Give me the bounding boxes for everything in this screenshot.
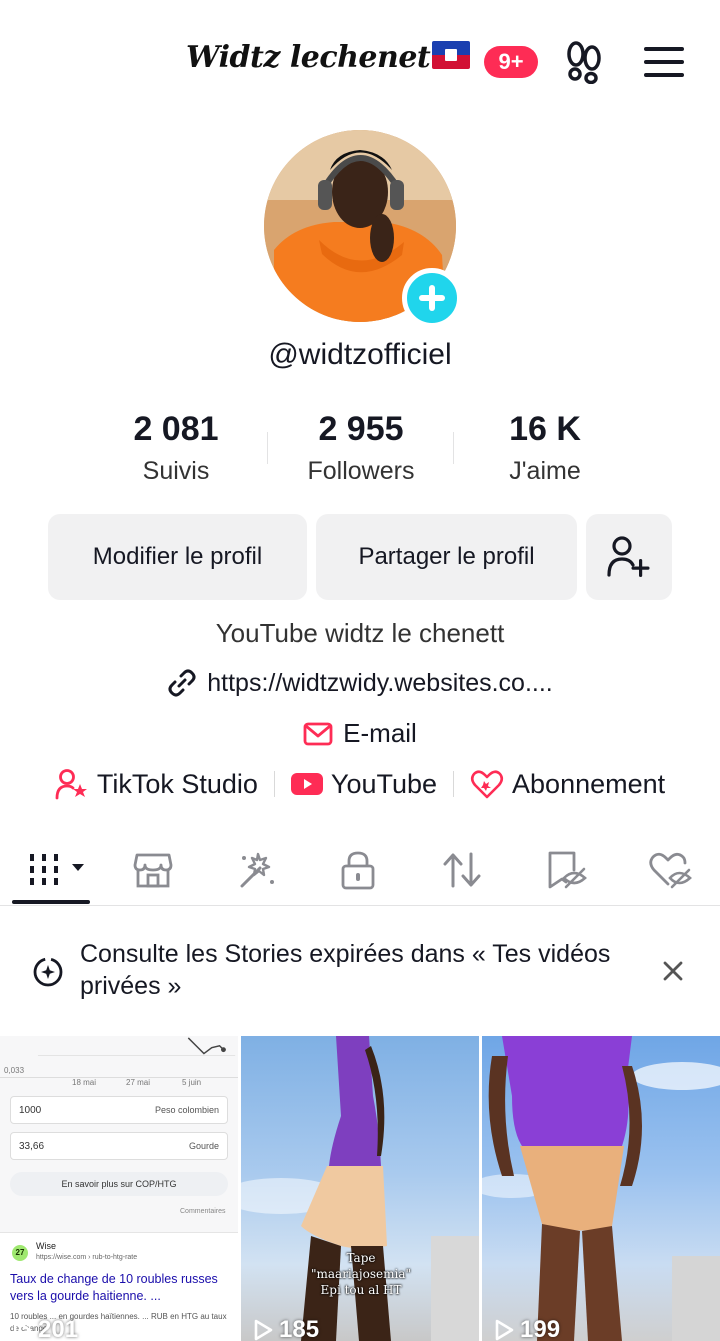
heart-hidden-icon: [649, 852, 692, 889]
video-frame-graphic: [482, 1036, 720, 1341]
amount-value: 1000: [19, 1105, 42, 1116]
plus-icon: [419, 285, 445, 311]
mail-icon: [303, 722, 333, 745]
currency-to: Gourde: [188, 1141, 219, 1151]
learn-more-pill: En savoir plus sur COP/HTG: [10, 1172, 228, 1196]
video-grid: 0,033 18 mai 27 mai 5 juin 1000 Peso col…: [0, 1036, 720, 1341]
play-icon: [495, 1319, 514, 1341]
shortcut-youtube[interactable]: YouTube: [290, 768, 438, 800]
stat-following[interactable]: 2 081 Suivis: [76, 410, 276, 486]
caption-line: "maariajosemia": [310, 1267, 412, 1281]
shortcut-tiktok-studio[interactable]: TikTok Studio: [55, 768, 258, 800]
stat-label: Suivis: [142, 457, 210, 485]
chart-date: 18 mai: [72, 1078, 97, 1087]
tab-favorites[interactable]: [542, 846, 590, 894]
stat-value: 2 955: [318, 410, 404, 448]
stories-banner[interactable]: Consulte les Stories expirées dans « Tes…: [0, 908, 720, 1034]
converted-value: 33,66: [19, 1141, 45, 1152]
currency-from: Peso colombien: [154, 1105, 219, 1115]
chart-date: 27 mai: [126, 1078, 151, 1087]
share-profile-button[interactable]: Partager le profil: [316, 514, 577, 600]
mini-chart-graphic: [0, 1037, 238, 1078]
video-caption: Tape "maariajosemia" Epi tou al HT: [281, 1250, 441, 1298]
link-text: https://widtzwidy.websites.co....: [207, 668, 553, 697]
tab-reposts[interactable]: [438, 846, 486, 894]
haiti-flag-icon: [432, 41, 471, 69]
tab-collab[interactable]: [232, 846, 280, 894]
bookmark-hidden-icon: [548, 851, 587, 889]
profile-link[interactable]: https://widtzwidy.websites.co....: [0, 668, 720, 698]
view-count: 201: [12, 1316, 78, 1341]
converted-field: 33,66 Gourde: [10, 1132, 228, 1160]
edit-profile-button[interactable]: Modifier le profil: [48, 514, 307, 600]
play-icon: [13, 1319, 32, 1341]
view-count: 199: [494, 1316, 560, 1341]
content-tabs: [0, 838, 720, 906]
active-tab-indicator: [12, 900, 90, 904]
bio-text: YouTube widtz le chenett: [215, 618, 505, 648]
wise-logo-icon: 27: [12, 1245, 28, 1261]
studio-icon: [55, 769, 87, 800]
username-handle: @widtzofficiel: [268, 338, 452, 371]
email-label: E-mail: [343, 718, 417, 748]
story-add-icon: [33, 957, 63, 987]
caption-line: Tape: [346, 1251, 376, 1265]
close-icon[interactable]: [660, 958, 686, 984]
tab-shop[interactable]: [129, 846, 177, 894]
stat-value: 16 K: [509, 410, 581, 448]
display-name: Widtz lechenet: [186, 40, 471, 75]
chart-axis-value: 0,033: [4, 1066, 25, 1075]
result-title: Taux de change de 10 roubles russes vers…: [10, 1272, 218, 1303]
footprint-icon[interactable]: [564, 40, 604, 84]
shortcut-subscription[interactable]: Abonnement: [470, 768, 665, 800]
shortcut-label: YouTube: [330, 768, 438, 799]
lock-icon: [341, 851, 375, 890]
notification-badge[interactable]: 9+: [484, 46, 538, 78]
add-friend-button[interactable]: [586, 514, 672, 600]
video-thumbnail[interactable]: Tape "maariajosemia" Epi tou al HT 185: [241, 1036, 479, 1341]
banner-text: Consulte les Stories expirées dans « Tes…: [80, 940, 611, 1000]
amount-field: 1000 Peso colombien: [10, 1096, 228, 1124]
star-heart-icon: [470, 770, 504, 799]
view-count-value: 201: [38, 1316, 79, 1341]
shop-icon: [133, 853, 173, 888]
shortcut-divider: [453, 771, 455, 797]
stat-followers[interactable]: 2 955 Followers: [261, 410, 461, 486]
stat-label: Followers: [307, 457, 415, 485]
chart-date: 5 juin: [182, 1078, 202, 1087]
view-count-value: 199: [520, 1316, 561, 1341]
view-count-value: 185: [279, 1316, 320, 1341]
link-icon: [168, 669, 196, 697]
profile-header: Widtz lechenet 9+: [0, 0, 720, 120]
add-avatar-button[interactable]: [402, 268, 462, 328]
comments-label: Commentaires: [180, 1208, 226, 1215]
tab-liked[interactable]: [646, 846, 694, 894]
grid-icon: [30, 854, 84, 885]
email-link[interactable]: E-mail: [0, 718, 720, 749]
site-name: Wise: [36, 1241, 56, 1251]
site-url: https://wise.com › rub-to-htg-rate: [36, 1254, 138, 1261]
repost-icon: [443, 852, 481, 888]
stat-label: J'aime: [509, 457, 581, 485]
shortcut-divider: [273, 771, 275, 797]
caption-line: Epi tou al HT: [320, 1283, 402, 1297]
tab-private[interactable]: [334, 846, 382, 894]
magic-wand-icon: [240, 852, 274, 888]
add-user-icon: [607, 536, 650, 577]
profile-shortcuts: TikTok Studio YouTube Abonnement: [0, 768, 720, 800]
video-thumbnail[interactable]: 199: [482, 1036, 720, 1341]
stat-value: 2 081: [133, 410, 219, 448]
play-icon: [254, 1319, 273, 1341]
shortcut-label: Abonnement: [512, 768, 666, 799]
view-count: 185: [253, 1316, 319, 1341]
shortcut-label: TikTok Studio: [96, 768, 258, 799]
youtube-icon: [290, 773, 323, 795]
tab-videos[interactable]: [28, 846, 90, 894]
menu-icon[interactable]: [644, 46, 684, 78]
video-thumbnail[interactable]: 0,033 18 mai 27 mai 5 juin 1000 Peso col…: [0, 1036, 238, 1341]
stat-likes[interactable]: 16 K J'aime: [445, 410, 645, 486]
